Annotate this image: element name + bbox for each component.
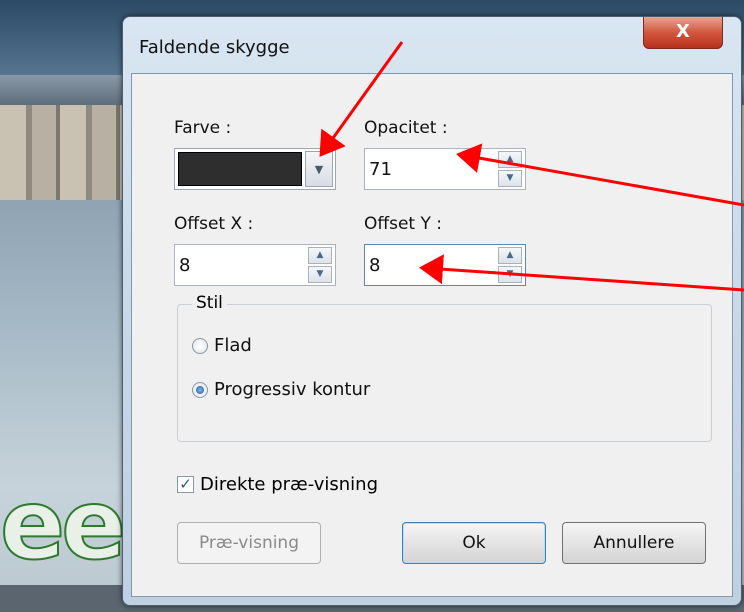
radio-flat-label: Flad <box>214 335 252 356</box>
radio-progressive-label: Progressiv kontur <box>214 379 371 400</box>
dialog-body: Farve : ▼ Opacitet : ▲ ▼ Offset X : ▲ ▼ … <box>131 73 733 597</box>
spin-up-icon[interactable]: ▲ <box>308 247 332 264</box>
live-preview-label: Direkte præ-visning <box>200 474 379 495</box>
ok-button[interactable]: Ok <box>402 522 546 564</box>
live-preview-checkbox[interactable]: ✓ Direkte præ-visning <box>177 474 378 495</box>
radio-flat[interactable]: Flad <box>192 335 252 356</box>
opacity-label: Opacitet : <box>364 118 448 138</box>
offset-x-label: Offset X : <box>174 214 254 234</box>
radio-progressive-contour[interactable]: Progressiv kontur <box>192 379 370 400</box>
offset-y-label: Offset Y : <box>364 214 442 234</box>
offset-x-input[interactable] <box>179 249 299 281</box>
offset-y-stepper[interactable]: ▲ ▼ <box>364 244 526 286</box>
color-label: Farve : <box>174 118 232 138</box>
spin-up-icon[interactable]: ▲ <box>498 151 522 168</box>
opacity-input[interactable] <box>369 153 489 185</box>
chevron-down-icon[interactable]: ▼ <box>305 151 333 187</box>
offset-x-stepper[interactable]: ▲ ▼ <box>174 244 336 286</box>
opacity-stepper[interactable]: ▲ ▼ <box>364 148 526 190</box>
style-group-label: Stil <box>192 293 227 313</box>
style-group: Stil Flad Progressiv kontur <box>177 293 712 442</box>
preview-button[interactable]: Præ-visning <box>177 522 321 564</box>
drop-shadow-dialog: Faldende skygge X Farve : ▼ Opacitet : ▲… <box>122 16 742 606</box>
close-button[interactable]: X <box>643 17 723 49</box>
spin-down-icon[interactable]: ▼ <box>498 266 522 283</box>
close-icon: X <box>676 21 690 42</box>
radio-button-selected-icon[interactable] <box>192 381 208 398</box>
color-picker[interactable]: ▼ <box>174 148 336 190</box>
spin-down-icon[interactable]: ▼ <box>498 170 522 187</box>
spin-down-icon[interactable]: ▼ <box>308 266 332 283</box>
dialog-title: Faldende skygge <box>139 37 290 58</box>
color-swatch <box>178 152 302 186</box>
title-bar[interactable]: Faldende skygge X <box>123 17 741 73</box>
offset-y-input[interactable] <box>369 249 489 281</box>
radio-button-icon[interactable] <box>192 337 208 354</box>
background-logo: ee <box>0 469 127 581</box>
cancel-button[interactable]: Annullere <box>562 522 706 564</box>
spin-up-icon[interactable]: ▲ <box>498 247 522 264</box>
checkmark-icon[interactable]: ✓ <box>177 476 194 493</box>
